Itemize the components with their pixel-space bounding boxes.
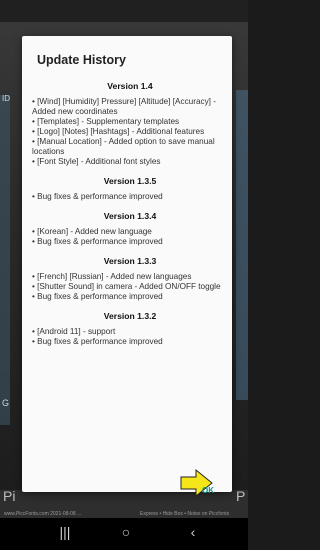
version-block: Version 1.4 • [Wind] [Humidity] Pressure… bbox=[32, 81, 228, 167]
version-heading: Version 1.3.3 bbox=[103, 256, 157, 266]
background-bottom-right-text: P bbox=[236, 488, 246, 504]
background-panel-right bbox=[236, 90, 248, 400]
version-heading: Version 1.4 bbox=[107, 81, 153, 91]
background-label-g: G bbox=[2, 398, 10, 408]
change-item: • Bug fixes & performance improved bbox=[32, 337, 163, 346]
dialog-title: Update History bbox=[37, 53, 126, 67]
update-history-dialog: Update History Version 1.4 • [Wind] [Hum… bbox=[22, 36, 232, 498]
background-panel-left bbox=[0, 95, 10, 425]
change-item: • [Templates] - Supplementary templates bbox=[32, 117, 180, 126]
update-history-list: Version 1.4 • [Wind] [Humidity] Pressure… bbox=[32, 81, 228, 356]
background-bottom-left-text: Pi bbox=[3, 488, 16, 504]
version-block: Version 1.3.2 • [Android 11] - support •… bbox=[32, 311, 228, 347]
version-heading: Version 1.3.2 bbox=[103, 311, 157, 321]
version-block: Version 1.3.4 • [Korean] - Added new lan… bbox=[32, 211, 228, 247]
change-item: • [Shutter Sound] in camera - Added ON/O… bbox=[32, 282, 221, 291]
change-item: • Bug fixes & performance improved bbox=[32, 237, 163, 246]
home-icon[interactable]: ○ bbox=[111, 524, 141, 540]
status-bar bbox=[0, 0, 248, 22]
change-item: • [Manual Location] - Added option to sa… bbox=[32, 137, 217, 156]
change-item: • [Font Style] - Additional font styles bbox=[32, 157, 161, 166]
change-item: • [Wind] [Humidity] Pressure] [Altitude]… bbox=[32, 97, 218, 116]
version-heading: Version 1.3.4 bbox=[103, 211, 157, 221]
version-heading: Version 1.3.5 bbox=[103, 176, 157, 186]
change-item: • [Logo] [Notes] [Hashtags] - Additional… bbox=[32, 127, 205, 136]
change-item: • Bug fixes & performance improved bbox=[32, 192, 163, 201]
background-stamp-left: www.PiccFonts.com 2021-08-08 ... bbox=[4, 511, 82, 517]
change-item: • [Android 11] - support bbox=[32, 327, 116, 336]
version-block: Version 1.3.5 • Bug fixes & performance … bbox=[32, 176, 228, 202]
ok-button[interactable]: OK bbox=[202, 486, 214, 495]
background-stamp-right: Express • Hide Box • Notes on Piccfonts bbox=[140, 511, 230, 517]
change-item: • [French] [Russian] - Added new languag… bbox=[32, 272, 192, 281]
navigation-bar: ||| ○ ‹ bbox=[0, 518, 248, 550]
version-block: Version 1.3.3 • [French] [Russian] - Add… bbox=[32, 256, 228, 302]
back-icon[interactable]: ‹ bbox=[178, 524, 208, 540]
change-item: • [Korean] - Added new language bbox=[32, 227, 152, 236]
change-item: • Bug fixes & performance improved bbox=[32, 292, 163, 301]
background-label: ID bbox=[2, 94, 10, 103]
recents-icon[interactable]: ||| bbox=[50, 524, 80, 540]
